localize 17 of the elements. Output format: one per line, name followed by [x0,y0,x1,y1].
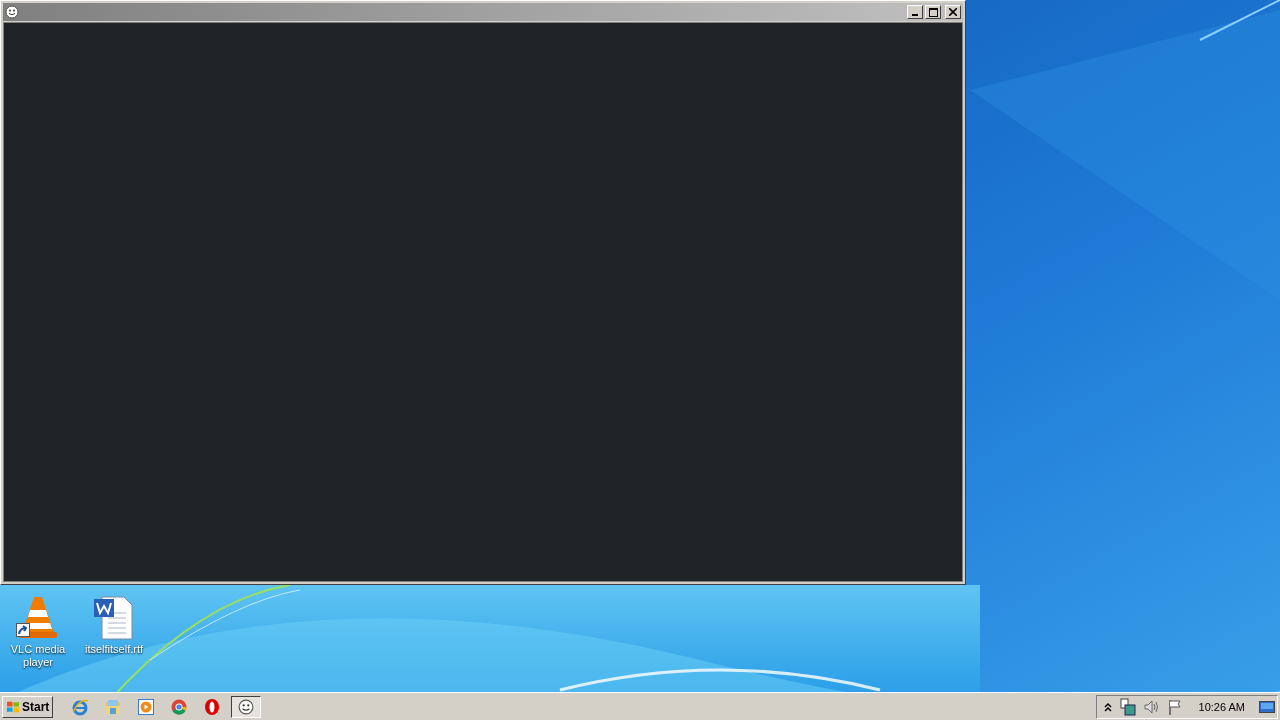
smiley-icon [238,698,255,715]
flag-icon[interactable] [1166,697,1183,716]
windows-logo [6,699,20,714]
chevron-up-icon[interactable] [1102,700,1113,713]
taskbar-app-button[interactable] [231,695,262,718]
minimize-button[interactable] [907,5,923,19]
network-icon[interactable] [1118,697,1137,716]
smiley-icon [5,5,19,19]
maximize-button[interactable] [925,5,941,19]
media-player-icon[interactable] [137,697,156,716]
maximize-icon [928,7,938,17]
start-button[interactable]: Start [2,695,54,718]
show-desktop-icon[interactable] [1259,699,1275,714]
close-icon [949,8,957,16]
close-button[interactable] [945,5,961,19]
browser-icon[interactable] [71,697,90,716]
clock[interactable]: 10:26 AM [1198,700,1245,713]
